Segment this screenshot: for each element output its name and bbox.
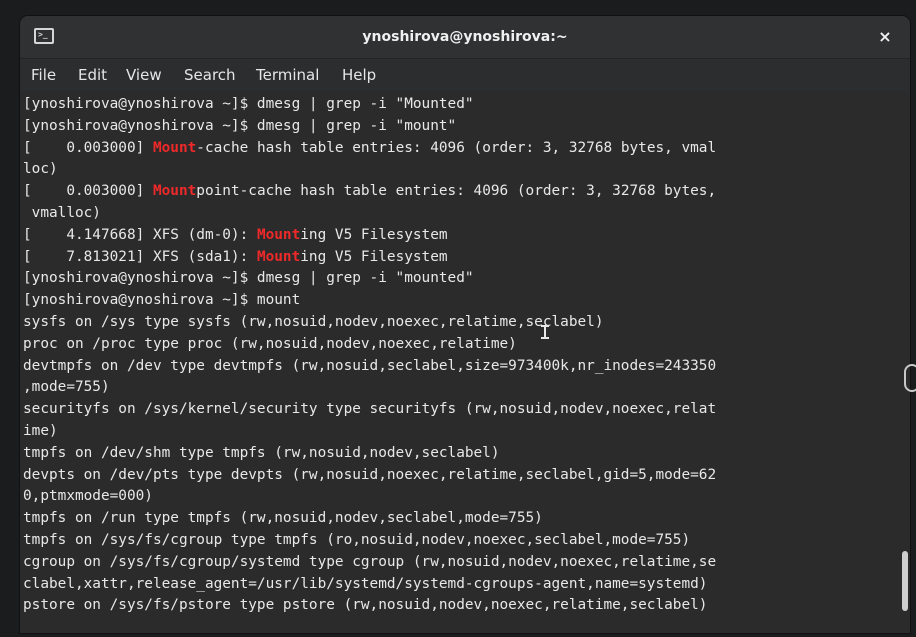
title-bar[interactable]: >_ ynoshirova@ynoshirova:~ × [20,16,910,59]
terminal-line: vmalloc) [23,203,716,225]
window-title: ynoshirova@ynoshirova:~ [362,29,568,45]
terminal-text: [ 0.003000] [23,139,153,156]
terminal-line: [ynoshirova@ynoshirova ~]$ dmesg | grep … [23,268,716,290]
terminal-line: [ 7.813021] XFS (sda1): Mounting V5 File… [23,247,716,269]
terminal-line: [ 4.147668] XFS (dm-0): Mounting V5 File… [23,225,716,247]
terminal-text: ing V5 Filesystem [300,248,448,265]
terminal-text: [ynoshirova@ynoshirova ~]$ dmesg | grep … [23,117,457,134]
terminal-line: ,mode=755) [23,377,716,399]
menu-help[interactable]: Help [342,59,376,91]
terminal-line: ime) [23,421,716,443]
terminal-text: [ynoshirova@ynoshirova ~]$ mount [23,292,301,309]
terminal-text: devpts on /dev/pts type devpts (rw,nosui… [23,466,717,483]
terminal-text: [ 0.003000] [23,183,153,200]
terminal-text: devtmpfs on /dev type devtmpfs (rw,nosui… [23,357,717,374]
menu-edit[interactable]: Edit [78,59,107,91]
terminal-line: devtmpfs on /dev type devtmpfs (rw,nosui… [23,356,716,378]
terminal-text: proc on /proc type proc (rw,nosuid,nodev… [23,335,517,352]
terminal-text: [ 4.147668] XFS (dm-0): [23,226,257,243]
terminal-text: securityfs on /sys/kernel/security type … [23,401,717,418]
terminal-text: tmpfs on /run type tmpfs (rw,nosuid,node… [23,510,543,527]
terminal-line: tmpfs on /dev/shm type tmpfs (rw,nosuid,… [23,443,716,465]
terminal-line: 0,ptmxmode=000) [23,486,716,508]
scrollbar[interactable] [900,91,908,633]
terminal-line: [ynoshirova@ynoshirova ~]$ mount [23,290,716,312]
terminal-text: 0,ptmxmode=000) [23,488,153,505]
terminal-output[interactable]: [ynoshirova@ynoshirova ~]$ dmesg | grep … [20,91,910,633]
terminal-text: loc) [23,161,58,178]
terminal-line: sysfs on /sys type sysfs (rw,nosuid,node… [23,312,716,334]
close-icon[interactable]: × [874,26,896,48]
menu-view[interactable]: View [126,59,162,91]
terminal-line: loc) [23,159,716,181]
terminal-text: sysfs on /sys type sysfs (rw,nosuid,node… [23,313,604,330]
terminal-text: pstore on /sys/fs/pstore type pstore (rw… [23,597,708,614]
menu-file[interactable]: File [31,59,56,91]
highlighted-match: Mount [256,226,301,243]
terminal-text: [ynoshirova@ynoshirova ~]$ dmesg | grep … [23,270,474,287]
terminal-line: [ynoshirova@ynoshirova ~]$ dmesg | grep … [23,94,716,116]
terminal-line: clabel,xattr,release_agent=/usr/lib/syst… [23,574,716,596]
highlighted-match: Mount [152,139,197,156]
terminal-line: securityfs on /sys/kernel/security type … [23,399,716,421]
terminal-line: [ 0.003000] Mountpoint-cache hash table … [23,181,716,203]
terminal-lines: [ynoshirova@ynoshirova ~]$ dmesg | grep … [23,94,716,617]
terminal-window: >_ ynoshirova@ynoshirova:~ × File Edit V… [20,16,910,633]
menu-search[interactable]: Search [184,59,236,91]
menu-terminal[interactable]: Terminal [256,59,319,91]
menu-bar: File Edit View Search Terminal Help [20,59,910,91]
terminal-text: [ 7.813021] XFS (sda1): [23,248,257,265]
terminal-line: pstore on /sys/fs/pstore type pstore (rw… [23,595,716,617]
terminal-text: tmpfs on /dev/shm type tmpfs (rw,nosuid,… [23,444,500,461]
terminal-line: [ 0.003000] Mount-cache hash table entri… [23,138,716,160]
terminal-line: proc on /proc type proc (rw,nosuid,nodev… [23,334,716,356]
terminal-text: ing V5 Filesystem [300,226,448,243]
terminal-text: ,mode=755) [23,379,110,396]
terminal-text: tmpfs on /sys/fs/cgroup type tmpfs (ro,n… [23,531,691,548]
terminal-text: [ynoshirova@ynoshirova ~]$ dmesg | grep … [23,96,474,112]
terminal-line: tmpfs on /run type tmpfs (rw,nosuid,node… [23,508,716,530]
terminal-text: -cache hash table entries: 4096 (order: … [196,139,717,156]
terminal-text: ime) [23,422,58,439]
terminal-text: cgroup on /sys/fs/cgroup/systemd type cg… [23,553,717,570]
scrollbar-thumb[interactable] [902,551,908,611]
terminal-text: vmalloc) [23,204,101,221]
terminal-line: tmpfs on /sys/fs/cgroup type tmpfs (ro,n… [23,530,716,552]
highlighted-match: Mount [152,183,197,200]
side-handle-icon [904,364,916,392]
terminal-line: cgroup on /sys/fs/cgroup/systemd type cg… [23,552,716,574]
highlighted-match: Mount [256,248,301,265]
mouse-cursor-icon [541,325,549,339]
terminal-text: point-cache hash table entries: 4096 (or… [196,183,717,200]
terminal-text: clabel,xattr,release_agent=/usr/lib/syst… [23,575,708,592]
terminal-line: devpts on /dev/pts type devpts (rw,nosui… [23,465,716,487]
terminal-line: [ynoshirova@ynoshirova ~]$ dmesg | grep … [23,116,716,138]
